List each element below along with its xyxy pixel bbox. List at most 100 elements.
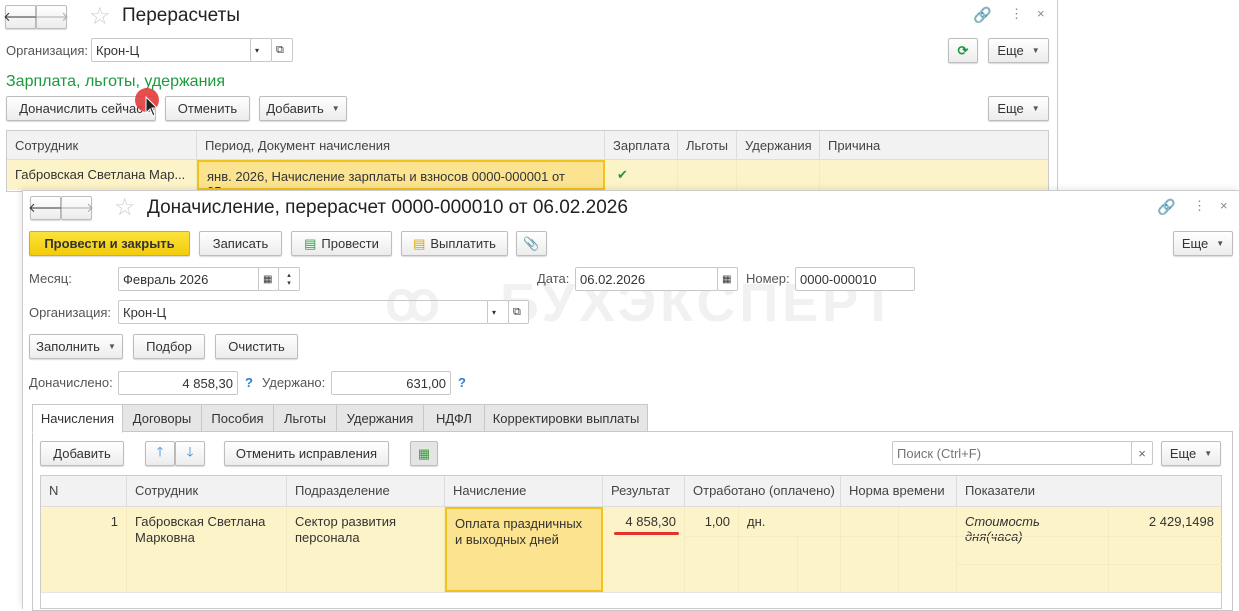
cell-worked[interactable]: 1,00 <box>685 507 739 592</box>
clear-button[interactable]: Очистить <box>215 334 298 359</box>
cancel-button[interactable]: Отменить <box>165 96 250 121</box>
number-field[interactable]: 0000-000010 <box>795 267 915 291</box>
attach-button[interactable]: 📎 <box>516 231 547 256</box>
col-result[interactable]: Результат <box>603 476 685 506</box>
post-and-close-button[interactable]: Провести и закрыть <box>29 231 190 256</box>
tab-contracts[interactable]: Договоры <box>122 404 202 432</box>
table-more-button[interactable]: Еще ▼ <box>1161 441 1221 466</box>
col-benefits[interactable]: Льготы <box>678 131 737 159</box>
undo-corrections-label: Отменить исправления <box>235 446 378 461</box>
more-button[interactable]: Еще ▼ <box>1173 231 1233 256</box>
search-input[interactable] <box>892 441 1132 465</box>
tab-payment-corrections[interactable]: Корректировки выплаты <box>484 404 648 432</box>
col-worked[interactable]: Отработано (оплачено) <box>685 476 841 506</box>
link-icon[interactable]: 🔗 <box>973 6 992 24</box>
calendar-icon[interactable]: ▦ <box>258 267 279 291</box>
cell-benefits[interactable] <box>678 160 737 190</box>
org-field[interactable]: Крон-Ц <box>118 300 488 324</box>
col-employee[interactable]: Сотрудник <box>7 131 197 159</box>
table-settings-button[interactable]: ▦ <box>410 441 438 466</box>
month-spinner[interactable]: ▴ ▾ <box>278 267 300 291</box>
more-button[interactable]: Еще ▼ <box>988 38 1049 63</box>
more-vert-icon[interactable]: ⋮ <box>1010 6 1023 22</box>
paperclip-icon: 📎 <box>523 235 540 251</box>
add-label: Добавить <box>266 101 324 116</box>
col-accrual[interactable]: Начисление <box>445 476 603 506</box>
cell-indicator-value[interactable]: 2 429,1498 <box>1109 507 1222 592</box>
calendar-icon[interactable]: ▦ <box>717 267 738 291</box>
col-n[interactable]: N <box>41 476 127 506</box>
col-indicators[interactable]: Показатели <box>957 476 1222 506</box>
cell-indicator-name[interactable]: Стоимость дня(часа) <box>957 507 1109 592</box>
cell-salary-check[interactable]: ✔ <box>605 160 678 190</box>
more-vert-icon[interactable]: ⋮ <box>1193 198 1206 214</box>
tab-accruals[interactable]: Начисления <box>32 404 123 433</box>
withheld-label: Удержано: <box>262 375 326 390</box>
cell-department[interactable]: Сектор развития персонала <box>287 507 445 592</box>
cell-unit[interactable]: дн. <box>739 507 841 592</box>
col-deductions[interactable]: Удержания <box>737 131 820 159</box>
cell-deductions[interactable] <box>737 160 820 190</box>
pay-label: Выплатить <box>430 236 496 251</box>
post-button[interactable]: ▤ Провести <box>291 231 392 256</box>
select-button[interactable]: Подбор <box>133 334 205 359</box>
result-value: 4 858,30 <box>625 514 676 529</box>
accrue-now-button[interactable]: Доначислить сейчас <box>6 96 156 121</box>
accrued-field: 4 858,30 <box>118 371 238 395</box>
tab-ndfl[interactable]: НДФЛ <box>423 404 485 432</box>
cell-accrual[interactable]: Оплата праздничных и выходных дней <box>445 507 603 592</box>
col-department[interactable]: Подразделение <box>287 476 445 506</box>
cell-norm-2[interactable] <box>899 507 957 592</box>
undo-corrections-button[interactable]: Отменить исправления <box>224 441 389 466</box>
col-period[interactable]: Период, Документ начисления <box>197 131 605 159</box>
close-icon[interactable]: × <box>1220 198 1228 213</box>
cell-employee[interactable]: Габровская Светлана Мар... <box>7 160 197 190</box>
star-icon[interactable]: ☆ <box>114 193 136 222</box>
tab-allowances[interactable]: Пособия <box>201 404 274 432</box>
star-icon[interactable]: ☆ <box>89 2 111 31</box>
org-dropdown[interactable]: ▾ <box>250 38 272 62</box>
date-field[interactable]: 06.02.2026 <box>575 267 718 291</box>
search-clear-button[interactable]: × <box>1131 441 1153 465</box>
move-down-button[interactable]: 🡓 <box>175 441 205 466</box>
save-button[interactable]: Записать <box>199 231 282 256</box>
cell-employee[interactable]: Габровская Светлана Марковна <box>127 507 287 592</box>
refresh-button[interactable]: ⟳ <box>948 38 978 63</box>
forward-button[interactable]: 🡒 <box>34 5 69 29</box>
back-button[interactable]: 🡐 <box>28 196 63 220</box>
table-row[interactable]: 1 Габровская Светлана Марковна Сектор ра… <box>41 507 1222 593</box>
month-field[interactable]: Февраль 2026 <box>118 267 260 291</box>
more-button-2[interactable]: Еще ▼ <box>988 96 1049 121</box>
table-row[interactable]: Габровская Светлана Мар... янв. 2026, На… <box>7 160 1048 190</box>
link-icon[interactable]: 🔗 <box>1157 198 1176 216</box>
tab-deductions[interactable]: Удержания <box>336 404 424 432</box>
back-button[interactable]: 🡐 <box>3 5 38 29</box>
org-label: Организация: <box>29 305 112 320</box>
col-time-norm[interactable]: Норма времени <box>841 476 957 506</box>
col-reason[interactable]: Причина <box>820 131 1050 159</box>
col-salary[interactable]: Зарплата <box>605 131 678 159</box>
table-add-icon: ▦ <box>417 445 431 461</box>
add-button[interactable]: Добавить ▼ <box>259 96 347 121</box>
org-dropdown[interactable]: ▾ <box>487 300 509 324</box>
forward-button[interactable]: 🡒 <box>59 196 94 220</box>
open-icon[interactable]: ⧉ <box>508 300 529 324</box>
document-title: Доначисление, перерасчет 0000-000010 от … <box>147 197 628 218</box>
cell-result[interactable]: 4 858,30 <box>603 507 685 592</box>
close-icon[interactable]: × <box>1037 6 1045 21</box>
col-employee[interactable]: Сотрудник <box>127 476 287 506</box>
open-icon[interactable]: ⧉ <box>271 38 293 62</box>
cell-n[interactable]: 1 <box>41 507 127 592</box>
org-field[interactable]: Крон-Ц <box>91 38 271 62</box>
org-value: Крон-Ц <box>123 304 167 320</box>
help-icon[interactable]: ? <box>458 375 466 390</box>
pay-button[interactable]: ▤ Выплатить <box>401 231 508 256</box>
add-row-button[interactable]: Добавить <box>40 441 124 466</box>
tab-benefits[interactable]: Льготы <box>273 404 337 432</box>
fill-button[interactable]: Заполнить ▼ <box>29 334 123 359</box>
cell-period[interactable]: янв. 2026, Начисление зарплаты и взносов… <box>197 160 605 190</box>
date-value: 06.02.2026 <box>580 271 646 287</box>
move-up-button[interactable]: 🡑 <box>145 441 175 466</box>
cell-norm-1[interactable] <box>841 507 899 592</box>
help-icon[interactable]: ? <box>245 375 253 390</box>
